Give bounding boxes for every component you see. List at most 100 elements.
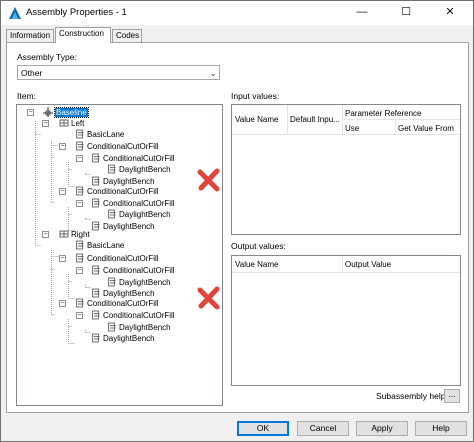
baseline-icon (43, 107, 55, 117)
tab-information[interactable]: Information (6, 29, 54, 42)
item-label: Item: (17, 91, 36, 101)
autodesk-app-icon (9, 7, 21, 19)
tree-node-label: ConditionalCutOrFill (87, 142, 159, 151)
tree-node-label: DaylightBench (103, 334, 155, 343)
assembly-type-value: Other (21, 68, 43, 78)
column-header-value-name[interactable]: Value Name (235, 115, 278, 124)
help-button[interactable]: Help (415, 421, 467, 436)
tree-node[interactable]: DaylightBench (91, 221, 155, 232)
tree-collapse-toggle[interactable]: − (76, 200, 83, 207)
subassembly-icon (91, 288, 103, 298)
input-values-label: Input values: (231, 91, 280, 101)
tree-node-label: ConditionalCutOrFill (87, 254, 159, 263)
red-x-annotation-icon (197, 168, 220, 192)
subassembly-help-label: Subassembly help: (376, 391, 448, 401)
column-header-use[interactable]: Use (345, 124, 359, 133)
tree-node-label: DaylightBench (119, 278, 171, 287)
column-header-parameter-reference[interactable]: Parameter Reference (345, 109, 421, 118)
maximize-button[interactable]: ☐ (384, 1, 428, 25)
tree-node[interactable]: ConditionalCutOrFill (91, 265, 175, 276)
tree-collapse-toggle[interactable]: − (42, 120, 49, 127)
subassembly-icon (91, 198, 103, 208)
apply-button[interactable]: Apply (356, 421, 408, 436)
tree-collapse-toggle[interactable]: − (59, 188, 66, 195)
column-header-output-value[interactable]: Output Value (345, 260, 391, 269)
tree-node[interactable]: DaylightBench (107, 209, 171, 220)
tree-node[interactable]: ConditionalCutOrFill (75, 298, 159, 309)
tree-node[interactable]: ConditionalCutOrFill (91, 153, 175, 164)
subassembly-help-button[interactable]: ... (444, 389, 460, 403)
tree-node-label: DaylightBench (103, 177, 155, 186)
tree-node-label: DaylightBench (103, 289, 155, 298)
subassembly-icon (91, 333, 103, 343)
tree-collapse-toggle[interactable]: − (59, 143, 66, 150)
tree-node-label: DaylightBench (119, 210, 171, 219)
close-icon: ✕ (445, 6, 455, 18)
tree-node[interactable]: ConditionalCutOrFill (91, 310, 175, 321)
tree-node[interactable]: BasicLane (75, 129, 124, 140)
title-bar: Assembly Properties - 1 — ☐ ✕ (1, 1, 473, 25)
subassembly-icon (107, 322, 119, 332)
tree-node-label: ConditionalCutOrFill (103, 311, 175, 320)
tree-node[interactable]: ConditionalCutOrFill (91, 198, 175, 209)
tree-node[interactable]: DaylightBench (107, 164, 171, 175)
subassembly-icon (91, 265, 103, 275)
assembly-item-tree[interactable]: − Baseline − Left BasicLane − ConditionalCutOr… (16, 104, 223, 406)
grid-header-line (342, 119, 460, 120)
output-values-label: Output values: (231, 241, 286, 251)
tree-node-label: DaylightBench (103, 222, 155, 231)
tab-codes[interactable]: Codes (112, 29, 142, 42)
grid-column-line (342, 105, 343, 134)
chevron-down-icon: ⌄ (209, 68, 217, 78)
tree-node[interactable]: ConditionalCutOrFill (75, 186, 159, 197)
tree-node[interactable]: DaylightBench (91, 333, 155, 344)
red-x-annotation-icon (197, 286, 220, 310)
grid-header-line (232, 134, 460, 135)
subassembly-icon (75, 298, 87, 308)
close-button[interactable]: ✕ (428, 1, 472, 25)
tree-collapse-toggle[interactable]: − (27, 109, 34, 116)
subassembly-icon (107, 209, 119, 219)
assembly-type-select[interactable]: Other ⌄ (17, 65, 220, 80)
tree-node[interactable]: Right (59, 229, 90, 240)
tree-node[interactable]: ConditionalCutOrFill (75, 253, 159, 264)
minimize-button[interactable]: — (340, 1, 384, 25)
subassembly-icon (75, 253, 87, 263)
tree-node[interactable]: DaylightBench (107, 277, 171, 288)
construction-panel: Assembly Type: Other ⌄ Item: − Baseline … (6, 42, 469, 413)
tree-node-label: ConditionalCutOrFill (103, 199, 175, 208)
subassembly-icon (107, 164, 119, 174)
tree-node-label: ConditionalCutOrFill (103, 154, 175, 163)
cancel-button[interactable]: Cancel (297, 421, 349, 436)
tree-collapse-toggle[interactable]: − (42, 231, 49, 238)
subassembly-icon (91, 221, 103, 231)
tree-node-label: Right (71, 230, 90, 239)
tree-node[interactable]: BasicLane (75, 240, 124, 251)
minimize-icon: — (356, 6, 368, 18)
subassembly-icon (91, 176, 103, 186)
ok-button[interactable]: OK (237, 421, 289, 436)
tree-node-label: ConditionalCutOrFill (87, 299, 159, 308)
tree-node-label: Left (71, 119, 85, 128)
tab-construction[interactable]: Construction (55, 27, 111, 43)
tree-collapse-toggle[interactable]: − (76, 155, 83, 162)
grid-column-line (395, 120, 396, 134)
subassembly-icon (91, 310, 103, 320)
tree-node[interactable]: DaylightBench (107, 322, 171, 333)
tree-collapse-toggle[interactable]: − (59, 300, 66, 307)
column-header-get-value-from[interactable]: Get Value From (398, 124, 454, 133)
tree-collapse-toggle[interactable]: − (76, 312, 83, 319)
tree-collapse-toggle[interactable]: − (76, 267, 83, 274)
tree-node[interactable]: Baseline (43, 107, 89, 118)
grid-column-line (342, 256, 343, 272)
input-values-grid[interactable]: Value Name Default Inpu... Parameter Ref… (231, 104, 461, 235)
maximize-icon: ☐ (401, 6, 411, 18)
tree-node[interactable]: Left (59, 118, 84, 129)
subassembly-icon (75, 240, 87, 250)
column-header-default-input[interactable]: Default Inpu... (290, 115, 340, 124)
column-header-value-name[interactable]: Value Name (235, 260, 278, 269)
tree-node[interactable]: ConditionalCutOrFill (75, 141, 159, 152)
output-values-grid[interactable]: Value Name Output Value (231, 255, 461, 386)
assembly-properties-dialog: Assembly Properties - 1 — ☐ ✕ Informatio… (0, 0, 474, 442)
tree-collapse-toggle[interactable]: − (59, 255, 66, 262)
